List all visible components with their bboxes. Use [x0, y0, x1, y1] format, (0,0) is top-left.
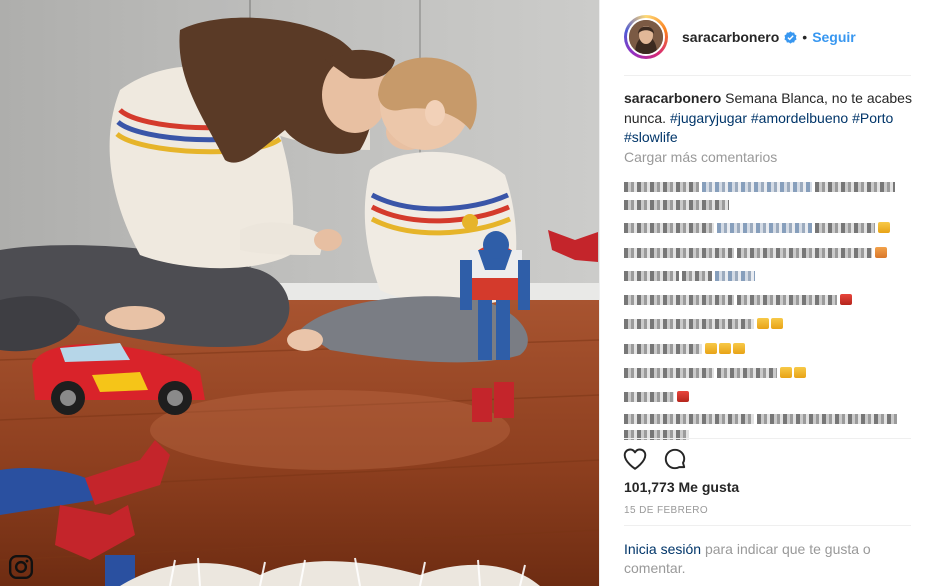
post-sidebar: saracarbonero • Seguir saracarbonero Sem…	[599, 0, 933, 586]
footer-divider	[624, 525, 911, 526]
comment-item	[624, 291, 854, 309]
hashtag-link[interactable]: #amordelbueno	[751, 110, 848, 126]
hashtag-link[interactable]: #slowlife	[624, 129, 678, 145]
comment-item	[624, 315, 785, 333]
comment-bubble-icon[interactable]	[662, 446, 688, 472]
instagram-glyph-icon	[8, 554, 34, 580]
like-count[interactable]: 101,773 Me gusta	[624, 479, 739, 495]
separator-dot: •	[802, 29, 808, 45]
emoji-icon	[780, 367, 792, 378]
emoji-icon	[840, 294, 852, 305]
avatar[interactable]	[624, 15, 668, 59]
load-more-comments-button[interactable]: Cargar más comentarios	[624, 149, 777, 165]
post-caption: saracarbonero Semana Blanca, no te acabe…	[624, 89, 916, 148]
comment-item	[624, 426, 692, 444]
hashtag-link[interactable]: #jugaryjugar	[670, 110, 747, 126]
comment-item	[624, 178, 898, 196]
post-header: saracarbonero • Seguir	[624, 12, 856, 62]
emoji-icon	[757, 318, 769, 329]
login-prompt: Inicia sesión para indicar que te gusta …	[624, 540, 904, 578]
post-photo[interactable]	[0, 0, 599, 586]
post-date: 15 DE FEBRERO	[624, 505, 709, 516]
post-photo-image	[0, 0, 599, 586]
emoji-icon	[875, 247, 887, 258]
username-link[interactable]: saracarbonero	[682, 29, 779, 45]
emoji-icon	[677, 391, 689, 402]
emoji-icon	[794, 367, 806, 378]
comment-item	[624, 388, 691, 406]
emoji-icon	[705, 343, 717, 354]
comment-item	[624, 196, 732, 214]
heart-outline-icon[interactable]	[622, 446, 648, 472]
header-divider	[624, 75, 911, 76]
comment-item	[624, 244, 889, 262]
comment-item	[624, 267, 758, 285]
emoji-icon	[878, 222, 890, 233]
comment-item	[624, 364, 808, 382]
hashtag-link[interactable]: #Porto	[852, 110, 893, 126]
login-link[interactable]: Inicia sesión	[624, 541, 701, 557]
comment-item	[624, 340, 747, 358]
comment-item	[624, 219, 892, 237]
follow-button[interactable]: Seguir	[812, 29, 856, 45]
emoji-icon	[733, 343, 745, 354]
emoji-icon	[719, 343, 731, 354]
avatar-image	[629, 20, 663, 54]
caption-username[interactable]: saracarbonero	[624, 90, 721, 106]
verified-badge-icon	[784, 30, 797, 44]
post-actions	[622, 446, 688, 472]
comments-divider	[624, 438, 911, 439]
emoji-icon	[771, 318, 783, 329]
